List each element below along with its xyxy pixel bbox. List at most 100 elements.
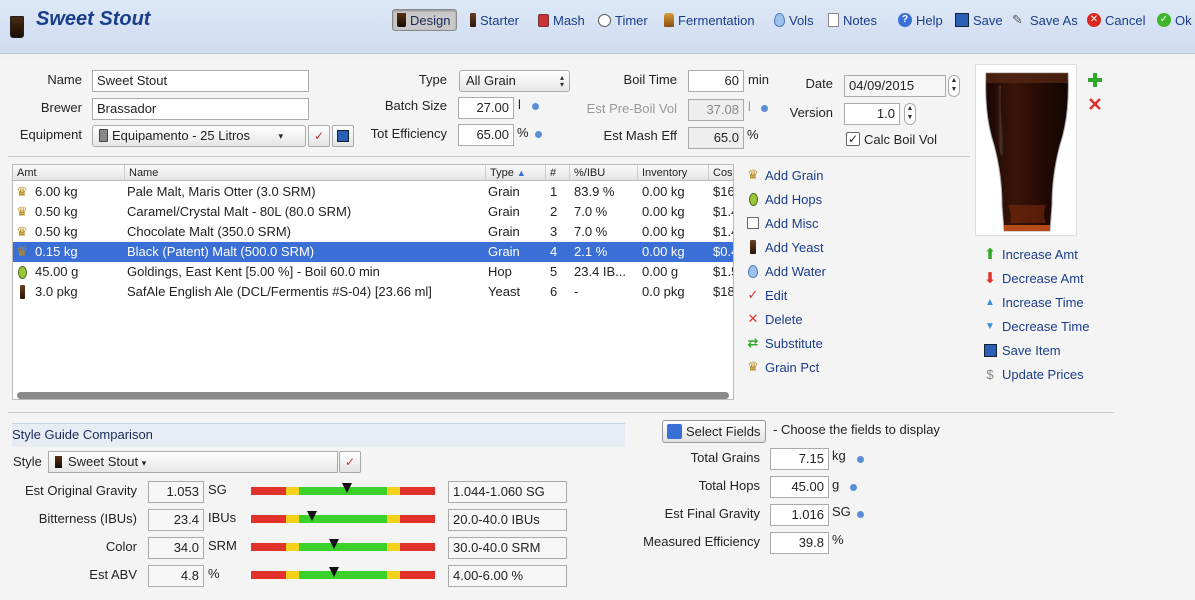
boil-time-field[interactable]: 60 — [688, 70, 744, 92]
cell-type: Grain — [488, 224, 520, 239]
substitute-button[interactable]: ⇄ Substitute — [745, 335, 823, 351]
style-metric-label: Est ABV — [89, 567, 137, 582]
add-misc-button[interactable]: Add Misc — [745, 215, 818, 231]
cell-inv: 0.00 kg — [642, 204, 685, 219]
column-header-amt[interactable]: Amt — [13, 165, 125, 181]
recipe-title: Sweet Stout — [36, 8, 151, 30]
equipment-select[interactable]: Equipamento - 25 Litros ▾ — [92, 125, 306, 147]
cell-name: Pale Malt, Maris Otter (3.0 SRM) — [127, 184, 316, 199]
cell-cost: $1.4 — [713, 204, 733, 219]
table-row[interactable]: ♛ 6.00 kg Pale Malt, Maris Otter (3.0 SRM)… — [13, 182, 733, 202]
horizontal-scrollbar[interactable] — [17, 392, 729, 399]
cell-num: 2 — [550, 204, 558, 219]
increase-amt-button[interactable]: ⬆ Increase Amt — [982, 246, 1078, 263]
add-grain-button[interactable]: ♛ Add Grain — [745, 167, 823, 183]
yeast-icon — [745, 239, 761, 255]
brewer-field[interactable]: Brassador — [92, 98, 309, 120]
cancel-button[interactable]: ✕ Cancel — [1087, 9, 1145, 31]
mash-eff-unit: % — [747, 127, 759, 142]
ingredient-table[interactable]: Amt Name Type ▲ # %/IBU Inventory Cos ♛ 6… — [12, 164, 734, 400]
column-header-cost[interactable]: Cos — [709, 165, 733, 181]
grain-pct-button[interactable]: ♛ Grain Pct — [745, 359, 819, 375]
meter-segment — [387, 571, 401, 579]
increase-time-button[interactable]: ▲ Increase Time — [982, 294, 1084, 310]
info-dot-icon[interactable] — [857, 456, 864, 463]
date-field[interactable]: 04/09/2015 — [844, 75, 946, 97]
grain-icon: ♛ — [16, 224, 28, 239]
date-stepper[interactable]: ▲ ▼ — [948, 75, 960, 97]
column-header-inventory[interactable]: Inventory — [638, 165, 709, 181]
table-row[interactable]: 45.00 g Goldings, East Kent [5.00 %] - Bo… — [13, 262, 733, 282]
calc-boil-vol-checkbox[interactable]: ✓ — [846, 132, 860, 146]
info-dot-icon[interactable] — [850, 484, 857, 491]
save-item-button[interactable]: Save Item — [982, 342, 1061, 358]
table-row[interactable]: ♛ 0.50 kg Caramel/Crystal Malt - 80L (80.0… — [13, 202, 733, 222]
delete-icon: ✕ — [747, 311, 759, 326]
save-as-button[interactable]: ✎ Save As — [1012, 9, 1078, 31]
delete-button[interactable]: ✕ Delete — [745, 311, 803, 327]
column-header-number[interactable]: # — [546, 165, 570, 181]
style-range-meter — [251, 539, 435, 551]
save-button[interactable]: Save — [955, 9, 1003, 31]
cell-pct: 23.4 IB... — [574, 264, 627, 279]
info-dot-icon[interactable] — [535, 131, 542, 138]
type-select[interactable]: All Grain ▴ ▾ — [459, 70, 570, 92]
cancel-icon: ✕ — [1087, 13, 1101, 27]
version-field[interactable]: 1.0 — [844, 103, 900, 125]
add-hops-button[interactable]: Add Hops — [745, 191, 822, 207]
meter-segment — [285, 543, 299, 551]
edit-equipment-button[interactable]: ✓ — [308, 125, 330, 147]
grain-icon: ♛ — [16, 184, 28, 199]
edit-style-button[interactable]: ✓ — [339, 451, 361, 473]
column-header-type[interactable]: Type ▲ — [486, 165, 546, 181]
add-yeast-button[interactable]: Add Yeast — [745, 239, 824, 255]
batch-size-field[interactable]: 27.00 — [458, 97, 514, 119]
tot-efficiency-field[interactable]: 65.00 — [458, 124, 514, 146]
add-image-button[interactable] — [1087, 72, 1103, 88]
yeast-icon — [13, 282, 29, 302]
info-dot-icon[interactable] — [761, 105, 768, 112]
decrease-time-button[interactable]: ▼ Decrease Time — [982, 318, 1089, 334]
update-prices-button[interactable]: $ Update Prices — [982, 366, 1083, 382]
name-field[interactable]: Sweet Stout — [92, 70, 309, 92]
column-header-pct-ibu[interactable]: %/IBU — [570, 165, 638, 181]
version-stepper[interactable]: ▲ ▼ — [904, 103, 916, 125]
add-water-button[interactable]: Add Water — [745, 263, 826, 279]
ok-button[interactable]: ✓ Ok — [1157, 9, 1192, 31]
floppy-disk-icon — [337, 130, 349, 142]
help-button[interactable]: ? Help — [898, 9, 943, 31]
notes-label: Notes — [843, 12, 877, 28]
mash-tab[interactable]: Mash — [538, 9, 585, 31]
info-dot-icon[interactable] — [857, 511, 864, 518]
style-metric-unit: SRM — [208, 538, 237, 553]
check-icon: ✓ — [1157, 13, 1171, 27]
style-metric-label: Est Original Gravity — [25, 483, 137, 498]
style-metric-value: 23.4 — [148, 509, 204, 531]
decrease-time-label: Decrease Time — [1002, 318, 1090, 334]
save-as-label: Save As — [1030, 12, 1078, 28]
select-fields-button[interactable]: Select Fields — [662, 420, 766, 443]
style-value: Sweet Stout — [68, 454, 139, 469]
notes-tab[interactable]: Notes — [828, 9, 877, 31]
table-row[interactable]: ♛ 0.50 kg Chocolate Malt (350.0 SRM) Grain 3… — [13, 222, 733, 242]
divider — [8, 156, 970, 157]
cell-inv: 0.00 kg — [642, 184, 685, 199]
table-row[interactable]: 3.0 pkg SafAle English Ale (DCL/Fermentis… — [13, 282, 733, 302]
edit-button[interactable]: ✓ Edit — [745, 287, 788, 303]
fermentation-tab[interactable]: Fermentation — [664, 9, 755, 31]
equipment-value: Equipamento - 25 Litros — [112, 128, 251, 143]
decrease-amt-button[interactable]: ⬇ Decrease Amt — [982, 270, 1084, 287]
water-drop-icon — [774, 13, 785, 27]
timer-tab[interactable]: Timer — [598, 9, 648, 31]
design-tab[interactable]: Design — [392, 9, 458, 31]
style-select[interactable]: Sweet Stout ▾ — [48, 451, 338, 473]
starter-tab[interactable]: Starter — [470, 9, 519, 31]
measured-efficiency-label: Measured Efficiency — [643, 534, 760, 549]
column-header-name[interactable]: Name — [125, 165, 486, 181]
remove-image-button[interactable] — [1088, 97, 1102, 111]
table-row[interactable]: ♛ 0.15 kg Black (Patent) Malt (500.0 SRM) G… — [13, 242, 733, 262]
beer-glass-icon — [55, 456, 62, 468]
meter-segment — [285, 571, 299, 579]
info-dot-icon[interactable] — [532, 103, 539, 110]
vols-tab[interactable]: Vols — [774, 9, 814, 31]
